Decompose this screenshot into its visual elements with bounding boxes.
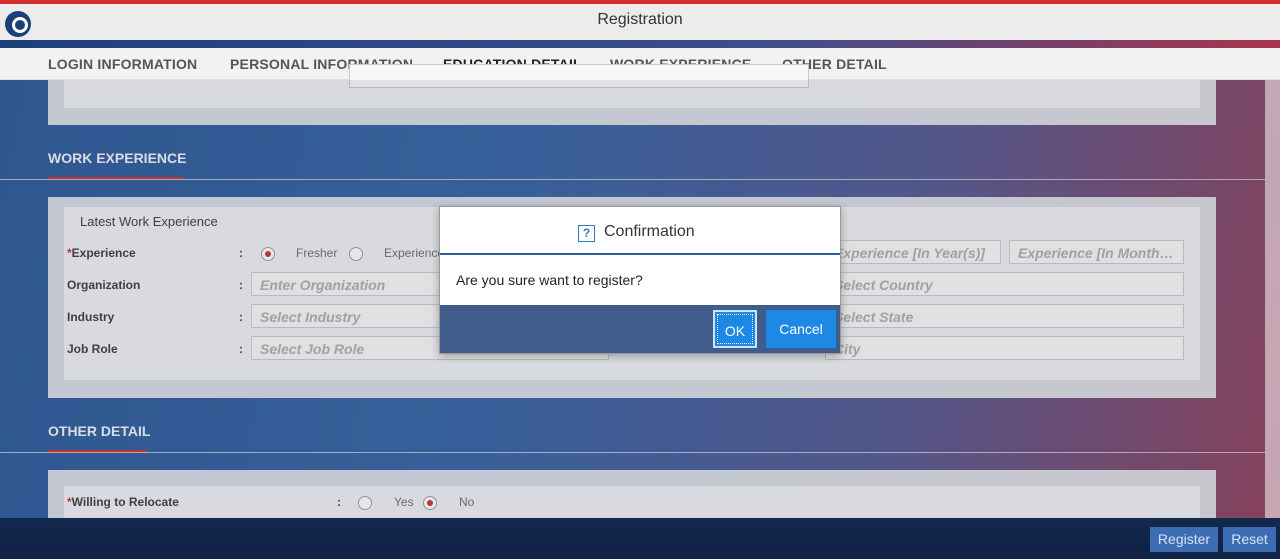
dialog-footer: OK Cancel [440,305,840,353]
confirmation-dialog: ? Confirmation Are you sure want to regi… [439,206,841,354]
dialog-title: Confirmation [604,223,695,240]
header-gradient-bar [0,40,1280,48]
cancel-button[interactable]: Cancel [766,310,836,348]
page-title: Registration [597,11,683,28]
app-header: Registration [0,4,1280,40]
bottom-action-bar: Register Reset [0,518,1280,559]
ok-button[interactable]: OK [713,310,757,348]
reset-button[interactable]: Reset [1223,527,1276,552]
page-scrollbar[interactable] [1265,80,1280,518]
register-button[interactable]: Register [1150,527,1218,552]
dialog-header: ? Confirmation [440,207,840,255]
tab-login-information[interactable]: LOGIN INFORMATION [48,56,197,72]
question-icon: ? [578,225,595,242]
dialog-message: Are you sure want to register? [456,272,643,288]
